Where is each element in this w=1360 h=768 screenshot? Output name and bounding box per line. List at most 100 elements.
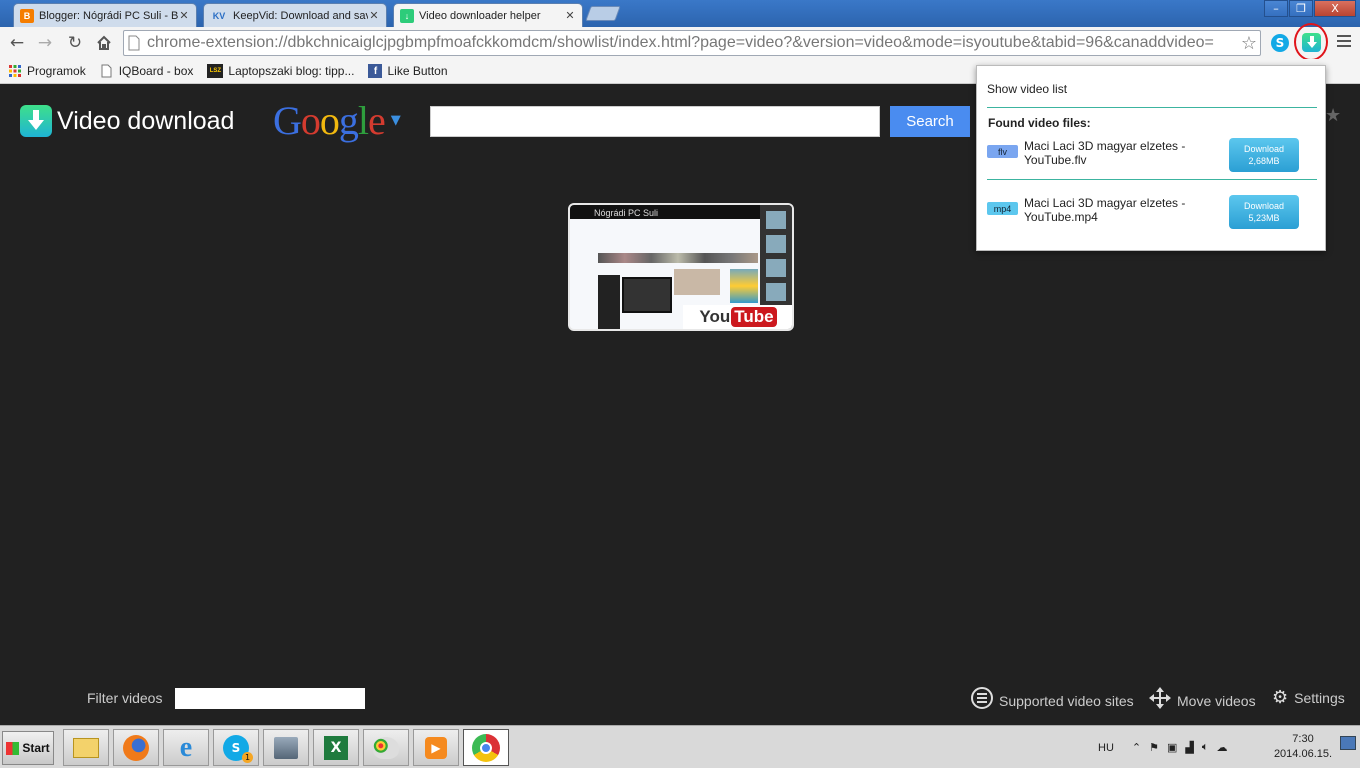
back-arrow-icon[interactable]: ← — [6, 32, 28, 54]
movie-maker-icon[interactable] — [263, 729, 309, 766]
google-letter: l — [357, 98, 369, 143]
google-letter: g — [338, 98, 359, 143]
video-thumbnail[interactable]: Nógrádi PC Suli You Tube — [568, 203, 794, 331]
language-indicator[interactable]: HU — [1098, 742, 1114, 754]
google-letter: o — [300, 98, 321, 143]
filter-input[interactable] — [175, 688, 365, 709]
chrome-icon[interactable] — [463, 729, 509, 766]
youtube-logo: You Tube — [683, 305, 792, 329]
link-label: Supported video sites — [999, 692, 1134, 709]
search-button[interactable]: Search — [890, 106, 970, 137]
device-icon[interactable]: ▣ — [1167, 741, 1177, 754]
tab-strip: B Blogger: Nógrádi PC Suli - Be ✕ KV Kee… — [0, 0, 1360, 27]
onedrive-icon[interactable]: ☁ — [1216, 741, 1227, 754]
flag-icon[interactable]: ⚑ — [1149, 741, 1159, 754]
move-videos-link[interactable]: Move videos — [1149, 687, 1256, 714]
page-icon — [128, 35, 144, 51]
link-label: Settings — [1294, 689, 1345, 706]
bookmark-label: Laptopszaki blog: tipp... — [228, 64, 355, 78]
link-label: Move videos — [1177, 692, 1256, 709]
supported-sites-link[interactable]: Supported video sites — [971, 687, 1134, 714]
tab-blogger[interactable]: B Blogger: Nógrádi PC Suli - Be ✕ — [13, 3, 197, 27]
skype-extension-icon[interactable]: S — [1271, 34, 1289, 52]
move-icon — [1149, 687, 1171, 714]
format-badge: mp4 — [987, 202, 1018, 215]
internet-explorer-icon[interactable]: e — [163, 729, 209, 766]
reload-icon[interactable]: ↻ — [64, 32, 86, 54]
video-filename: Maci Laci 3D magyar elzetes - YouTube.fl… — [1024, 139, 1186, 167]
search-input[interactable] — [430, 106, 880, 137]
new-tab-button[interactable] — [585, 6, 621, 21]
youtube-tube: Tube — [731, 307, 777, 327]
bookmark-like-button[interactable]: f Like Button — [368, 64, 448, 78]
start-label: Start — [22, 741, 50, 755]
explorer-icon[interactable] — [63, 729, 109, 766]
thumb-sidebar — [598, 275, 620, 329]
star-icon[interactable]: ★ — [1325, 105, 1341, 126]
clock[interactable]: 7:30 2014.06.15. — [1268, 732, 1338, 762]
firefox-icon[interactable] — [113, 729, 159, 766]
page-icon — [100, 64, 114, 78]
google-letter: o — [319, 98, 340, 143]
filter-label: Filter videos — [87, 690, 163, 706]
excel-icon[interactable]: X — [313, 729, 359, 766]
bookmark-iqboard[interactable]: IQBoard - box — [100, 64, 193, 78]
system-tray: HU ⌃ ⚑ ▣ ▟ 🔈︎ ☁ — [1098, 726, 1235, 768]
start-button[interactable]: Start — [2, 731, 54, 765]
media-player-icon[interactable]: ▶ — [413, 729, 459, 766]
skype-icon[interactable]: S 1 — [213, 729, 259, 766]
video-downloader-icon: ↓ — [400, 8, 414, 23]
bookmark-programok[interactable]: Programok — [8, 64, 86, 78]
settings-link[interactable]: ⚙ Settings — [1272, 687, 1345, 708]
bookmark-label: Programok — [27, 64, 86, 78]
apps-grid-icon — [8, 64, 22, 78]
tab-label: Blogger: Nógrádi PC Suli - Be — [39, 9, 178, 22]
keepvid-icon: KV — [212, 10, 226, 21]
time-text: 7:30 — [1292, 733, 1314, 745]
google-letter: G — [273, 98, 302, 143]
video-filename: Maci Laci 3D magyar elzetes - YouTube.mp… — [1024, 196, 1186, 224]
extension-popup: Show video list Found video files: flv M… — [976, 65, 1326, 251]
tab-close-icon[interactable]: ✕ — [368, 9, 380, 22]
app-logo[interactable]: Video download — [20, 105, 234, 137]
youtube-you: You — [699, 307, 731, 326]
tab-close-icon[interactable]: ✕ — [178, 9, 190, 22]
tab-keepvid[interactable]: KV KeepVid: Download and save ✕ — [203, 3, 387, 27]
tab-video-downloader[interactable]: ↓ Video downloader helper ✕ — [393, 3, 583, 27]
google-logo[interactable]: Google ▼ — [273, 97, 401, 144]
file-size: 5,23MB — [1248, 213, 1280, 223]
volume-icon[interactable]: 🔈︎ — [1202, 741, 1209, 754]
browser-toolbar: ← → ↻ chrome-extension://dbkchnicaiglcjp… — [0, 23, 1360, 61]
url-text[interactable]: chrome-extension://dbkchnicaiglcjpgbmpfm… — [144, 34, 1238, 52]
minimize-button[interactable]: – — [1264, 0, 1288, 17]
network-icon[interactable]: ▟ — [1185, 741, 1193, 754]
chevron-down-icon[interactable]: ▼ — [391, 113, 401, 128]
video-downloader-extension-icon[interactable] — [1302, 33, 1321, 52]
home-icon[interactable] — [93, 32, 115, 54]
google-wordmark: Google — [273, 97, 386, 144]
download-mp4-button[interactable]: Download 5,23MB — [1229, 195, 1299, 229]
facebook-icon: f — [368, 64, 383, 78]
thumb-photo — [674, 269, 720, 295]
lsz-icon: LSZ — [207, 64, 224, 78]
google-letter: e — [368, 98, 386, 143]
address-bar[interactable]: chrome-extension://dbkchnicaiglcjpgbmpfm… — [123, 30, 1261, 56]
tab-close-icon[interactable]: ✕ — [564, 9, 576, 22]
bookmark-star-icon[interactable]: ☆ — [1238, 33, 1260, 54]
chevron-up-icon[interactable]: ⌃ — [1132, 741, 1141, 754]
page-footer: Filter videos Supported video sites Move… — [0, 675, 1360, 725]
file-size: 2,68MB — [1248, 156, 1280, 166]
thumb-banner — [598, 253, 758, 263]
bookmark-laptopszaki[interactable]: LSZ Laptopszaki blog: tipp... — [207, 64, 354, 78]
restore-button[interactable]: ❐ — [1289, 0, 1313, 17]
format-badge: flv — [987, 145, 1018, 158]
show-desktop-icon[interactable] — [1340, 736, 1356, 750]
forward-arrow-icon[interactable]: → — [34, 32, 56, 54]
download-flv-button[interactable]: Download 2,68MB — [1229, 138, 1299, 172]
download-label: Download — [1243, 201, 1285, 211]
close-window-button[interactable]: X — [1314, 0, 1356, 17]
show-video-list-link[interactable]: Show video list — [987, 82, 1067, 96]
menu-icon[interactable] — [1337, 35, 1351, 47]
paint-icon[interactable] — [363, 729, 409, 766]
video-item: flv Maci Laci 3D magyar elzetes - YouTub… — [987, 138, 1317, 178]
